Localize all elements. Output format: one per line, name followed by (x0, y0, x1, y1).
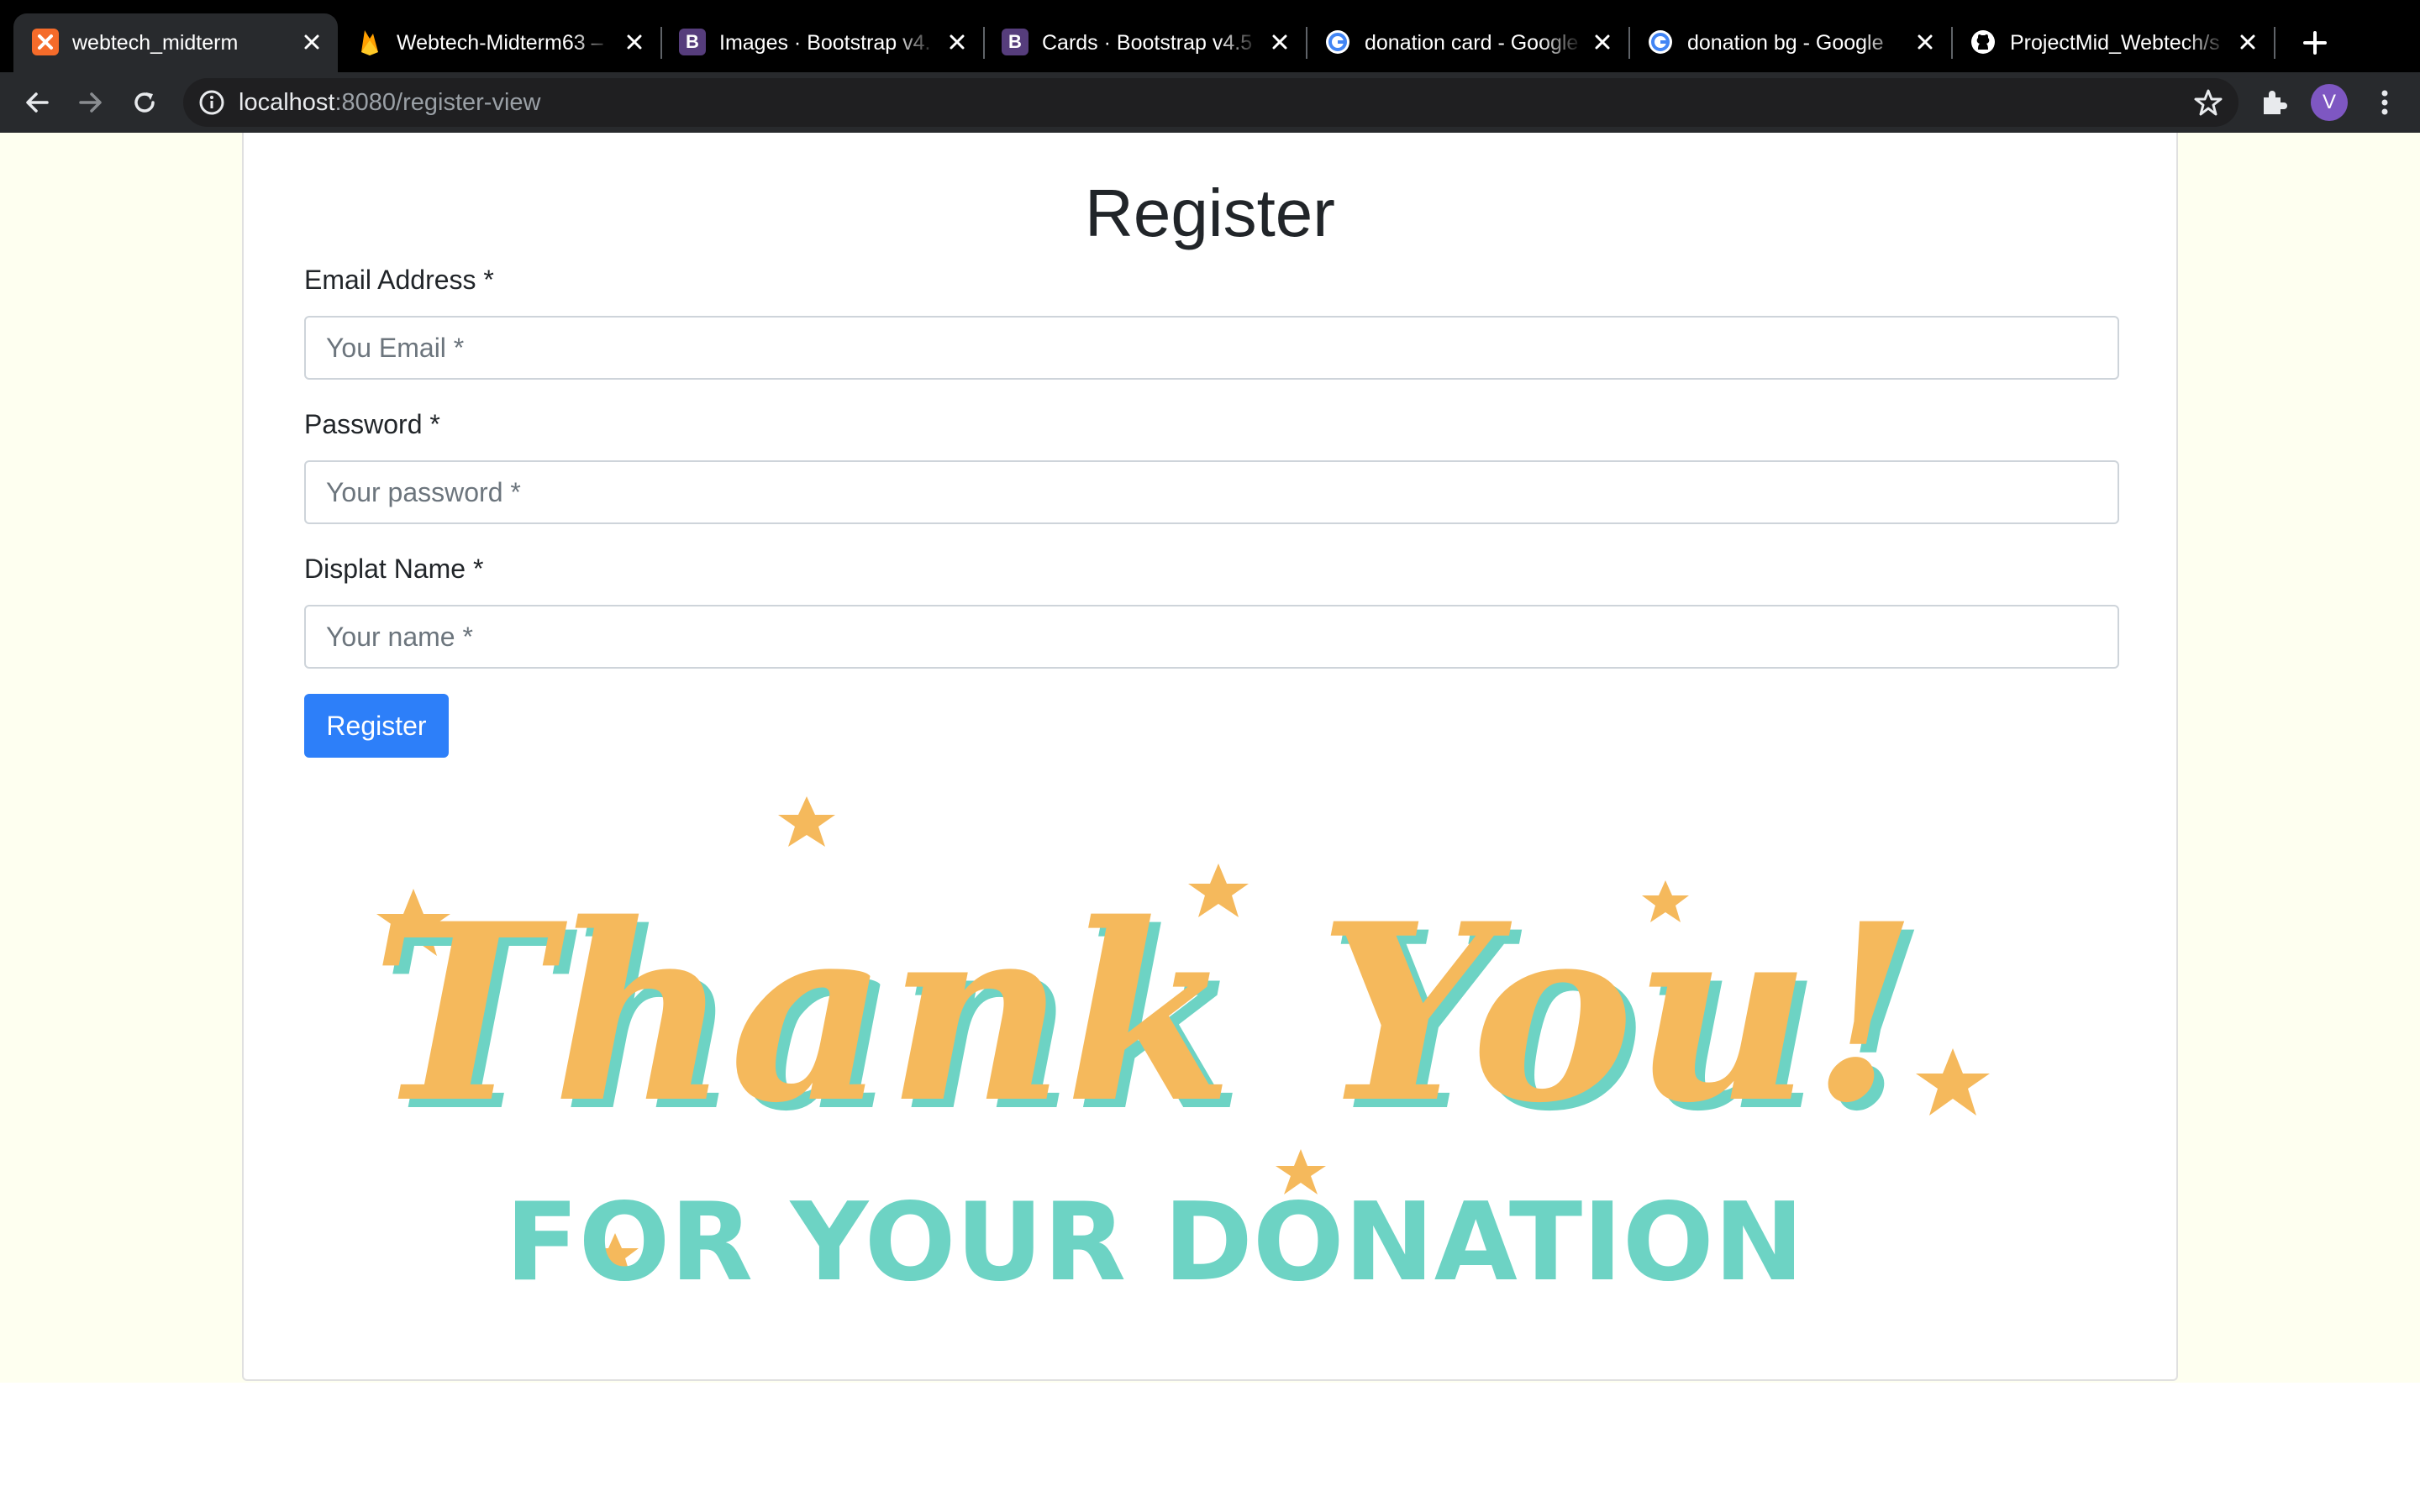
address-bar[interactable]: localhost:8080/register-view (183, 78, 2238, 127)
page-title: Register (1085, 176, 1335, 250)
display-name-field[interactable] (304, 605, 2119, 669)
tab-label: Webtech-Midterm63 – (397, 31, 603, 55)
arrow-right-icon (79, 92, 102, 113)
arrow-left-icon (26, 92, 49, 113)
tab-bootstrap-cards[interactable]: B Cards · Bootstrap v4.5 (983, 13, 1307, 72)
plus-icon (2303, 31, 2327, 55)
tab-separator (2274, 27, 2275, 59)
email-field[interactable] (304, 316, 2119, 380)
firebase-icon (356, 29, 383, 55)
profile-avatar[interactable]: V (2311, 84, 2348, 121)
bookmark-star-icon[interactable] (2193, 87, 2223, 118)
close-icon[interactable] (1265, 28, 1294, 56)
tab-bootstrap-images[interactable]: B Images · Bootstrap v4. (660, 13, 985, 72)
url-text[interactable]: localhost:8080/register-view (239, 89, 540, 116)
more-vert-icon[interactable] (2368, 86, 2402, 119)
tab-label: Images · Bootstrap v4. (719, 31, 931, 55)
reload-icon (134, 92, 155, 113)
extensions-puzzle-icon[interactable] (2259, 87, 2289, 118)
password-label: Password * (304, 409, 440, 439)
github-icon (1970, 29, 1996, 55)
register-card: Register Email Address * Password * Disp… (242, 133, 2178, 1381)
tab-firebase[interactable]: Webtech-Midterm63 – (338, 13, 662, 72)
close-icon[interactable] (1911, 28, 1939, 56)
google-icon (1647, 29, 1674, 55)
google-icon (1324, 29, 1351, 55)
thank-you-text: Thank You! (371, 871, 1918, 1157)
info-icon[interactable] (198, 89, 225, 116)
for-your-donation-text: FOR YOUR DONATION (505, 1180, 1804, 1292)
xampp-icon (32, 29, 59, 55)
thank-you-image: Thank You! Thank You! FOR YOUR DONATION (371, 796, 1990, 1292)
tab-label: donation bg - Google (1687, 31, 1884, 55)
display-name-label: Displat Name * (304, 554, 484, 584)
tab-label: Cards · Bootstrap v4.5 (1042, 31, 1253, 55)
bootstrap-icon: B (679, 29, 706, 55)
close-icon[interactable] (297, 28, 326, 56)
tab-google-donation-card[interactable]: donation card - Google (1306, 13, 1630, 72)
tab-label: webtech_midterm (72, 31, 239, 55)
email-label: Email Address * (304, 265, 494, 295)
password-field[interactable] (304, 460, 2119, 524)
forward-button[interactable] (71, 82, 111, 123)
close-icon[interactable] (620, 28, 649, 56)
tab-strip: webtech_midterm Webtech-Midterm63 – B Im… (0, 0, 2420, 72)
page-viewport: Register Email Address * Password * Disp… (0, 133, 2420, 1512)
tab-google-donation-bg[interactable]: donation bg - Google (1628, 13, 1953, 72)
bootstrap-icon: B (1002, 29, 1028, 55)
tab-label: ProjectMid_Webtech/s (2010, 31, 2220, 55)
url-host: localhost (239, 89, 335, 116)
register-button[interactable]: Register (304, 694, 449, 758)
url-path: :8080/register-view (334, 89, 541, 116)
tab-webtech-midterm[interactable]: webtech_midterm (13, 13, 338, 72)
tab-label: donation card - Google (1365, 31, 1579, 55)
new-tab-button[interactable] (2296, 24, 2334, 62)
tab-github-project[interactable]: ProjectMid_Webtech/s (1951, 13, 2275, 72)
close-icon[interactable] (1588, 28, 1617, 56)
browser-toolbar: localhost:8080/register-view V (0, 72, 2420, 133)
close-icon[interactable] (943, 28, 971, 56)
reload-button[interactable] (124, 82, 165, 123)
back-button[interactable] (17, 82, 57, 123)
close-icon[interactable] (2233, 28, 2262, 56)
